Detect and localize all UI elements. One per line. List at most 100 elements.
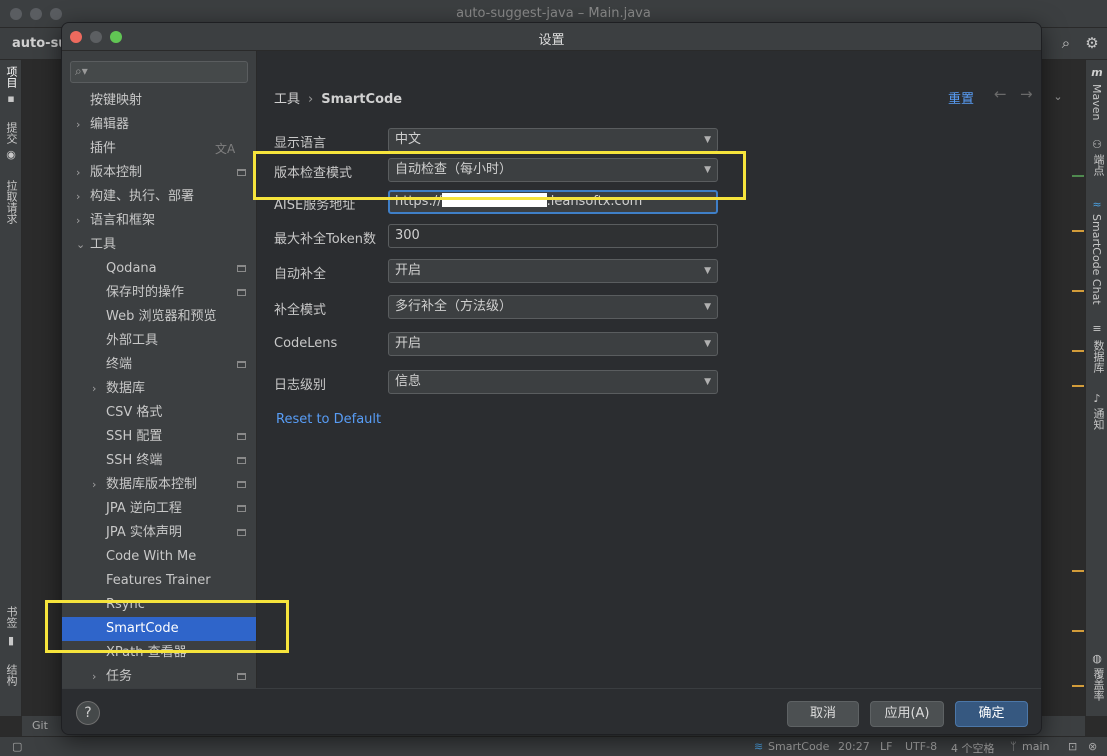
status-branch[interactable]: main xyxy=(1022,740,1049,753)
chevron-right-icon[interactable]: › xyxy=(76,185,86,209)
dialog-footer: ? 取消 应用(A) 确定 xyxy=(62,688,1041,734)
project-scope-icon xyxy=(237,457,246,464)
chevron-down-icon[interactable]: ⌄ xyxy=(76,233,86,257)
sidebar-item[interactable]: › 数据库 xyxy=(62,377,256,401)
sidebar-item-label: SSH 配置 xyxy=(106,429,163,444)
lock-icon[interactable]: ⊡ xyxy=(1068,740,1077,753)
sidebar-item[interactable]: ⌄ 工具 xyxy=(62,233,256,257)
status-plugin[interactable]: SmartCode xyxy=(768,740,829,753)
search-icon[interactable]: ⌕ xyxy=(1057,34,1075,52)
apply-button[interactable]: 应用(A) xyxy=(870,701,944,727)
dropdown-select[interactable]: 中文 ▼ xyxy=(388,128,718,152)
tool-tab-notifications[interactable]: 通知 xyxy=(1090,408,1106,430)
settings-search[interactable]: ⌕▾ xyxy=(70,61,248,83)
settings-sidebar: ⌕▾ 按键映射 › 编辑器插件 文A › 版本控制 › 构建、执行、部署 › 语言和框架 ⌄ 工具 Qo… xyxy=(62,51,257,688)
dropdown-arrow-icon: ▼ xyxy=(704,302,711,312)
dropdown-select[interactable]: 信息 ▼ xyxy=(388,370,718,394)
endpoints-icon: ⚇ xyxy=(1092,138,1102,151)
sidebar-item[interactable]: Code With Me xyxy=(62,545,256,569)
branch-icon: ᛘ xyxy=(1010,740,1017,753)
form-row: 最大补全Token数 300 xyxy=(274,224,734,248)
reset-link[interactable]: 重置 xyxy=(948,88,974,107)
dropdown-select[interactable]: 开启 ▼ xyxy=(388,259,718,283)
sidebar-item[interactable]: › 数据库版本控制 xyxy=(62,473,256,497)
sidebar-item[interactable]: 保存时的操作 xyxy=(62,281,256,305)
sidebar-item[interactable]: › 任务 xyxy=(62,665,256,688)
sidebar-item-label: Web 浏览器和预览 xyxy=(106,309,217,324)
sidebar-item[interactable]: › 构建、执行、部署 xyxy=(62,185,256,209)
status-indent[interactable]: 4 个空格 xyxy=(951,740,995,756)
sidebar-item-label: 保存时的操作 xyxy=(106,285,185,300)
sidebar-item[interactable]: JPA 实体声明 xyxy=(62,521,256,545)
reset-to-default-link[interactable]: Reset to Default xyxy=(276,412,381,427)
sidebar-item[interactable]: CSV 格式 xyxy=(62,401,256,425)
gear-icon[interactable]: ⚙ xyxy=(1083,34,1101,52)
status-encoding[interactable]: UTF-8 xyxy=(905,740,937,753)
sidebar-item[interactable]: › 语言和框架 xyxy=(62,209,256,233)
gutter-mark xyxy=(1072,230,1084,232)
sidebar-item[interactable]: 外部工具 xyxy=(62,329,256,353)
status-cursor-position[interactable]: 20:27 xyxy=(838,740,870,753)
status-line-ending[interactable]: LF xyxy=(880,740,892,753)
sidebar-item[interactable]: SSH 终端 xyxy=(62,449,256,473)
chevron-right-icon[interactable]: › xyxy=(76,113,86,137)
field-value: 300 xyxy=(395,228,420,243)
tool-tab-smartcode-chat[interactable]: SmartCode Chat xyxy=(1090,214,1103,305)
sidebar-item[interactable]: JPA 逆向工程 xyxy=(62,497,256,521)
tool-tab-project[interactable]: 项目 xyxy=(3,66,19,88)
form-row: 显示语言 中文 ▼ xyxy=(274,128,734,152)
cancel-button[interactable]: 取消 xyxy=(787,701,859,727)
form-row: 补全模式 多行补全（方法级） ▼ xyxy=(274,295,734,319)
tool-tab-pull-requests[interactable]: 拉取请求 xyxy=(3,180,19,224)
settings-search-input[interactable] xyxy=(93,64,243,80)
commit-icon: ◉ xyxy=(6,148,16,161)
chevron-down-icon[interactable]: ⌄ xyxy=(1052,90,1064,103)
sidebar-item[interactable]: 按键映射 xyxy=(62,89,256,113)
chevron-right-icon[interactable]: › xyxy=(92,377,102,401)
chevron-right-icon[interactable]: › xyxy=(76,161,86,185)
chevron-right-icon[interactable]: › xyxy=(92,473,102,497)
project-name[interactable]: auto-su xyxy=(12,36,68,51)
tool-tab-database[interactable]: 数据库 xyxy=(1090,340,1106,373)
tool-tab-structure[interactable]: 结构 xyxy=(3,664,19,686)
sidebar-item-label: 按键映射 xyxy=(90,93,143,108)
sidebar-item[interactable]: Web 浏览器和预览 xyxy=(62,305,256,329)
git-tool-tab[interactable]: Git xyxy=(32,719,48,732)
sidebar-item[interactable]: SSH 配置 xyxy=(62,425,256,449)
folder-icon: ▪ xyxy=(7,92,15,105)
dropdown-select[interactable]: 多行补全（方法级） ▼ xyxy=(388,295,718,319)
notification-status-icon[interactable]: ⊗ xyxy=(1088,740,1097,753)
chevron-right-icon[interactable]: › xyxy=(76,209,86,233)
sidebar-item[interactable]: › 编辑器 xyxy=(62,113,256,137)
tool-tab-bookmarks[interactable]: 书签 xyxy=(3,606,19,628)
tool-tab-commit[interactable]: 提交 xyxy=(3,122,19,144)
field-value: 开启 xyxy=(395,336,422,351)
sidebar-item[interactable]: Features Trainer xyxy=(62,569,256,593)
back-arrow-icon[interactable]: ← xyxy=(994,85,1007,103)
tool-tab-coverage[interactable]: 覆盖率 xyxy=(1090,668,1106,701)
text-field[interactable]: 300 xyxy=(388,224,718,248)
sidebar-item[interactable]: 终端 xyxy=(62,353,256,377)
dialog-title: 设置 xyxy=(538,33,565,48)
dropdown-select[interactable]: 开启 ▼ xyxy=(388,332,718,356)
help-button[interactable]: ? xyxy=(76,701,100,725)
breadcrumb-parent[interactable]: 工具 xyxy=(274,92,300,107)
search-icon: ⌕▾ xyxy=(75,64,88,78)
sidebar-item[interactable]: Qodana xyxy=(62,257,256,281)
ide-window-title: auto-suggest-java – Main.java xyxy=(456,6,651,21)
dropdown-arrow-icon: ▼ xyxy=(704,135,711,145)
status-bar: ▢ ≋ SmartCode 20:27 LF UTF-8 4 个空格 ᛘ mai… xyxy=(0,736,1107,756)
sidebar-item[interactable]: › 版本控制 xyxy=(62,161,256,185)
gutter-mark xyxy=(1072,385,1084,387)
forward-arrow-icon[interactable]: → xyxy=(1020,85,1033,103)
sidebar-item[interactable]: 插件 文A xyxy=(62,137,256,161)
chevron-right-icon[interactable]: › xyxy=(92,665,102,688)
gutter-mark xyxy=(1072,290,1084,292)
layout-icon[interactable]: ▢ xyxy=(12,740,22,753)
ok-button[interactable]: 确定 xyxy=(955,701,1028,727)
sidebar-item-label: 终端 xyxy=(106,357,133,372)
sidebar-item-label: 编辑器 xyxy=(90,117,130,132)
tool-tab-maven[interactable]: Maven xyxy=(1090,84,1103,120)
tool-tab-endpoints[interactable]: 端点 xyxy=(1090,154,1106,176)
dropdown-arrow-icon: ▼ xyxy=(704,266,711,276)
